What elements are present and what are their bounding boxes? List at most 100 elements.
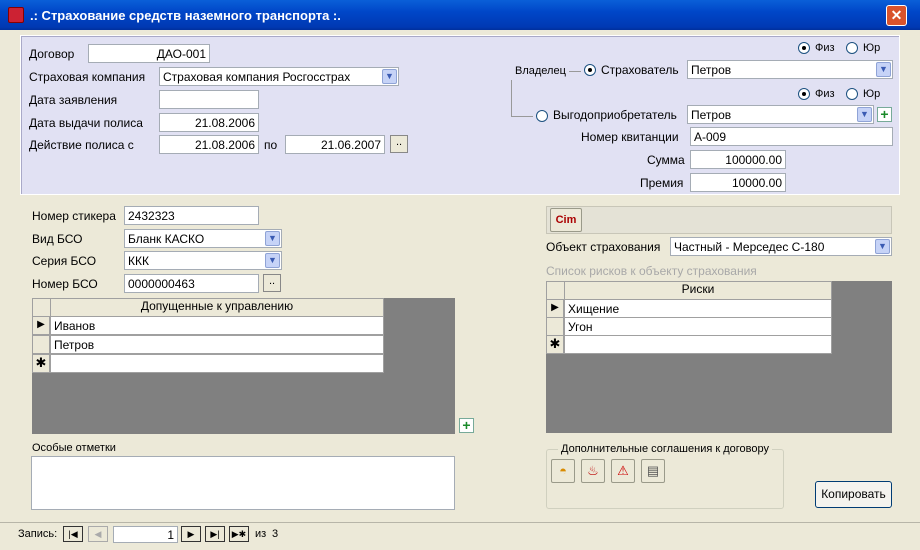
chevron-down-icon[interactable]: ▼ <box>265 231 280 246</box>
sticker-label: Номер стикера <box>32 209 116 223</box>
notes-field[interactable] <box>31 456 455 510</box>
bso-number-label: Номер БСО <box>32 277 98 291</box>
premium-label: Премия <box>640 176 684 190</box>
warning-icon[interactable]: ⚠ <box>611 459 635 483</box>
add-beneficiary-button[interactable]: + <box>877 107 892 122</box>
valid-from-label: Действие полиса с <box>29 138 134 152</box>
drivers-header[interactable]: Допущенные к управлению <box>50 298 384 317</box>
contract-field[interactable]: ДАО-001 <box>88 44 210 63</box>
window-title: .: Страхование средств наземного транспо… <box>30 8 341 23</box>
valid-to-field[interactable]: 21.06.2007 <box>285 135 385 154</box>
chevron-down-icon[interactable]: ▼ <box>382 69 397 84</box>
close-button[interactable]: ✕ <box>886 5 907 26</box>
contract-label: Договор <box>29 47 75 61</box>
add-driver-button[interactable]: + <box>459 418 474 433</box>
bso-type-combo[interactable]: Бланк КАСКО ▼ <box>124 229 282 248</box>
beneficiary-jur-label: Юр <box>863 88 881 100</box>
insurer-combo[interactable]: Петров ▼ <box>687 60 893 79</box>
record-label: Запись: <box>18 528 58 540</box>
object-combo[interactable]: Частный - Мерседес С-180 ▼ <box>670 237 892 256</box>
cim-icon[interactable]: Cim <box>550 208 582 232</box>
copy-button[interactable]: Копировать <box>815 481 892 508</box>
risk-row[interactable]: Угон <box>564 317 832 336</box>
bso-series-label: Серия БСО <box>32 254 97 268</box>
add-icon: + <box>462 417 471 433</box>
beneficiary-phys-label: Физ <box>815 88 835 100</box>
beneficiary-combo[interactable]: Петров ▼ <box>687 105 874 124</box>
receipt-field[interactable]: А-009 <box>690 127 893 146</box>
helmet-icon[interactable]: ◓ <box>551 459 575 483</box>
object-label: Объект страхования <box>546 240 661 254</box>
application-date-field[interactable] <box>159 90 259 109</box>
sticker-field[interactable]: 2432323 <box>124 206 259 225</box>
insurer-phys-radio[interactable] <box>798 42 810 54</box>
document-icon[interactable]: ▤ <box>641 459 665 483</box>
issue-date-field[interactable]: 21.08.2006 <box>159 113 259 132</box>
premium-field[interactable]: 10000.00 <box>690 173 786 192</box>
record-number-field[interactable]: 1 <box>113 526 178 543</box>
bso-series-combo[interactable]: ККК ▼ <box>124 251 282 270</box>
new-record-icon[interactable]: ✱ <box>546 335 564 354</box>
sum-label: Сумма <box>647 153 685 167</box>
company-value: Страховая компания Росгосстрах <box>163 70 351 84</box>
valid-to-label: по <box>264 138 278 152</box>
driver-row-new[interactable] <box>50 354 384 373</box>
insurer-jur-radio[interactable] <box>846 42 858 54</box>
valid-from-field[interactable]: 21.08.2006 <box>159 135 259 154</box>
agreements-label: Дополнительные соглашения к договору <box>558 443 772 455</box>
record-of-label: из <box>255 528 267 540</box>
beneficiary-phys-radio[interactable] <box>798 88 810 100</box>
risks-header[interactable]: Риски <box>564 281 832 300</box>
bso-type-label: Вид БСО <box>32 232 83 246</box>
period-picker-button[interactable]: .. <box>390 135 408 153</box>
beneficiary-radio[interactable] <box>536 110 548 122</box>
record-selector-icon[interactable]: ▶ <box>546 299 564 318</box>
record-selector-icon[interactable]: ▶ <box>32 316 50 335</box>
window-icon <box>8 7 24 23</box>
record-selector[interactable] <box>32 335 50 354</box>
prev-record-icon[interactable]: ◀ <box>88 526 108 542</box>
first-record-icon[interactable]: |◀ <box>63 526 83 542</box>
bso-number-picker-button[interactable]: .. <box>263 274 281 292</box>
risk-row-new[interactable] <box>564 335 832 354</box>
bso-type-value: Бланк КАСКО <box>128 232 205 246</box>
risks-list-label: Список рисков к объекту страхования <box>546 264 757 278</box>
new-record-nav-icon[interactable]: ▶✱ <box>229 526 249 542</box>
bso-number-field[interactable]: 0000000463 <box>124 274 259 293</box>
sum-field[interactable]: 100000.00 <box>690 150 786 169</box>
last-record-icon[interactable]: ▶| <box>205 526 225 542</box>
insurer-jur-label: Юр <box>863 42 881 54</box>
owner-bracket-horizontal <box>511 116 533 117</box>
driver-row[interactable]: Иванов <box>50 316 384 335</box>
next-record-icon[interactable]: ▶ <box>181 526 201 542</box>
record-total: 3 <box>272 528 279 540</box>
chevron-down-icon[interactable]: ▼ <box>875 239 890 254</box>
record-selector[interactable] <box>546 317 564 336</box>
title-bar: .: Страхование средств наземного транспо… <box>0 0 920 30</box>
object-value: Частный - Мерседес С-180 <box>674 240 825 254</box>
application-date-label: Дата заявления <box>29 93 118 107</box>
fire-icon[interactable]: ♨ <box>581 459 605 483</box>
risk-row[interactable]: Хищение <box>564 299 832 318</box>
chevron-down-icon[interactable]: ▼ <box>876 62 891 77</box>
object-toolbar <box>546 206 892 234</box>
chevron-down-icon[interactable]: ▼ <box>857 107 872 122</box>
insurer-phys-label: Физ <box>815 42 835 54</box>
owner-bracket-vertical <box>511 80 512 117</box>
notes-label: Особые отметки <box>32 442 116 454</box>
chevron-down-icon[interactable]: ▼ <box>265 253 280 268</box>
owner-connector <box>569 71 581 72</box>
insurer-value: Петров <box>691 63 732 77</box>
company-combo[interactable]: Страховая компания Росгосстрах ▼ <box>159 67 399 86</box>
beneficiary-jur-radio[interactable] <box>846 88 858 100</box>
issue-date-label: Дата выдачи полиса <box>29 116 143 130</box>
driver-row[interactable]: Петров <box>50 335 384 354</box>
beneficiary-label: Выгодоприобретатель <box>553 108 677 122</box>
insurer-label: Страхователь <box>601 63 679 77</box>
drivers-corner-cell <box>32 298 51 317</box>
beneficiary-value: Петров <box>691 108 732 122</box>
receipt-label: Номер квитанции <box>581 130 679 144</box>
insurer-radio[interactable] <box>584 64 596 76</box>
new-record-icon[interactable]: ✱ <box>32 354 50 373</box>
company-label: Страховая компания <box>29 70 146 84</box>
